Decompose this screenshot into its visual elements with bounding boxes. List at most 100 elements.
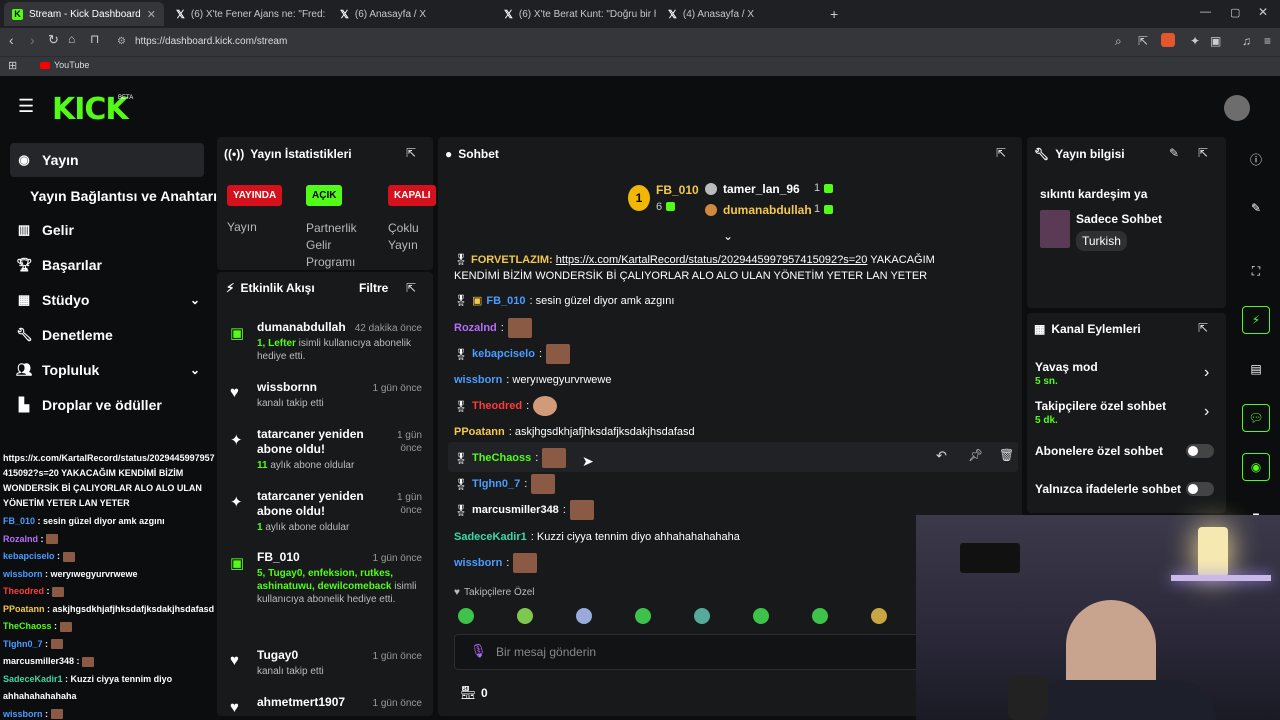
sidebar-item-basarilar[interactable]: 🏆︎ Başarılar (16, 251, 102, 279)
wallet-icon[interactable]: ▣ (1210, 34, 1221, 48)
followers-only-chat-label[interactable]: Takipçilere özel sohbet (1035, 399, 1166, 413)
extensions-icon[interactable]: ✦ (1190, 34, 1200, 48)
chat-username[interactable]: Rozalnd (454, 322, 497, 334)
sub-only-toggle[interactable] (1186, 444, 1214, 458)
fullscreen-icon[interactable]: ⛶ (1242, 257, 1270, 285)
chat-text: : askjhgsdkhjafjhksdafjksdakjhsdafasd (508, 426, 695, 438)
avatar[interactable] (1224, 95, 1250, 121)
media-icon[interactable]: ♫ (1242, 34, 1251, 48)
emote-icon[interactable] (694, 608, 710, 624)
sidebar-item-stream-key[interactable]: Yayın Bağlantısı ve Anahtarı (30, 182, 217, 210)
share-icon[interactable]: ⇱ (1138, 34, 1148, 48)
heart-icon: ♥ (454, 587, 460, 598)
emote-icon[interactable] (576, 608, 592, 624)
chat-username[interactable]: wissborn (454, 557, 502, 569)
overlay-chat-line: kebapciselo : (3, 551, 75, 562)
tab-kick-dashboard[interactable]: K Stream - Kick Dashboard ✕ (4, 2, 164, 26)
document-icon[interactable]: ▤ (1242, 355, 1270, 383)
overlay-text: : (44, 586, 50, 596)
bookmark-icon[interactable]: ⊓ (90, 32, 99, 46)
chevron-right-icon[interactable]: › (1204, 403, 1209, 421)
filter-button[interactable]: Filtre (359, 281, 388, 295)
edit-icon[interactable]: ✎ (1242, 194, 1270, 222)
overlay-username: wissborn (3, 568, 43, 579)
chat-username[interactable]: Tlghn0_7 (472, 478, 520, 490)
emote-icon[interactable] (635, 608, 651, 624)
panel-title: Yayın İstatistikleri (250, 147, 352, 161)
sidebar-item-gelir[interactable]: ▥ Gelir (16, 216, 74, 244)
store-icon[interactable]: 🏪︎ (460, 685, 477, 701)
maximize-icon[interactable]: ▢ (1230, 6, 1240, 19)
overlay-username: kebapciselo (3, 551, 55, 561)
chat-username[interactable]: PPoatann (454, 426, 505, 438)
url-text[interactable]: https://dashboard.kick.com/stream (135, 36, 287, 47)
sidebar-item-studyo[interactable]: ▦ Stüdyo ⌄ (16, 286, 200, 314)
apps-grid-icon[interactable]: ⊞ (8, 59, 17, 72)
hamburger-menu-icon[interactable]: ☰ (18, 96, 34, 117)
chat-username[interactable]: kebapciselo (472, 348, 535, 360)
minimize-icon[interactable]: — (1200, 6, 1211, 18)
reload-icon[interactable]: ↻ (48, 32, 59, 48)
info-icon[interactable]: ⓘ (1242, 145, 1270, 173)
category-name[interactable]: Sadece Sohbet (1076, 212, 1162, 226)
chat-username[interactable]: wissborn (454, 374, 502, 386)
event-detail: 1, Lefter isimli kullanıcıya abonelik he… (257, 337, 422, 363)
chat-username[interactable]: FB_010 (486, 295, 525, 307)
back-icon[interactable]: ‹ (9, 32, 14, 48)
chat-username[interactable]: Theodred (472, 400, 522, 412)
slow-mode-label[interactable]: Yavaş mod (1035, 360, 1098, 374)
chat-link[interactable]: https://x.com/KartalRecord/status/202944… (556, 254, 868, 266)
emote-icon[interactable] (753, 608, 769, 624)
leader-name[interactable]: FB_010 (656, 183, 699, 197)
pin-icon[interactable]: 📌︎ (968, 448, 983, 462)
broadcast-icon[interactable]: ◉ (1242, 453, 1270, 481)
status-badge-partner: AÇIK (306, 185, 343, 206)
chevron-right-icon[interactable]: › (1204, 364, 1209, 382)
chat-username[interactable]: SadeceKadir1 (454, 531, 527, 543)
tab-x-home-2[interactable]: 𝕏 (4) Anasayfa / X (660, 2, 820, 26)
tab-x-fener[interactable]: 𝕏 (6) X'te Fener Ajans ne: "Fred: "Sizin (168, 2, 328, 26)
leader-name[interactable]: tamer_lan_96 (723, 182, 800, 196)
emote-icon (50, 639, 63, 650)
collapse-leaderboard-icon[interactable]: ⌄ (723, 229, 733, 243)
brave-shield-icon[interactable] (1161, 33, 1175, 47)
overlay-chat-line: Theodred : (3, 586, 65, 597)
sidebar-item-denetleme[interactable]: 🔧︎ Denetleme (16, 321, 113, 349)
menu-icon[interactable]: ≡ (1264, 34, 1271, 48)
site-info-icon[interactable]: ⚙ (117, 36, 126, 47)
popout-icon[interactable]: ⇱ (406, 281, 416, 295)
lightning-icon[interactable]: ⚡︎ (1242, 306, 1270, 334)
chat-username[interactable]: FORVETLAZIM: (471, 254, 553, 266)
delete-icon[interactable]: 🗑︎ (999, 448, 1014, 462)
emote-icon[interactable] (517, 608, 533, 624)
window-close-icon[interactable]: ✕ (1258, 5, 1268, 19)
kick-logo[interactable]: KICK (52, 92, 129, 127)
popout-icon[interactable]: ⇱ (406, 146, 416, 160)
sidebar-item-droplar[interactable]: ▙ Droplar ve ödüller (16, 391, 162, 419)
edit-icon[interactable]: ✎ (1169, 146, 1179, 160)
tab-x-berat[interactable]: 𝕏 (6) X'te Berat Kunt: "Doğru bir hamle (496, 2, 656, 26)
emote-icon[interactable] (812, 608, 828, 624)
emote-icon[interactable] (871, 608, 887, 624)
chat-bubble-icon[interactable]: 💬︎ (1242, 404, 1270, 432)
microphone-icon[interactable]: 🎙︎ (470, 643, 487, 659)
chat-username[interactable]: marcusmiller348 (472, 504, 559, 516)
bookmark-youtube[interactable]: YouTube (40, 60, 89, 70)
reply-icon[interactable]: ↶ (936, 448, 947, 464)
popout-icon[interactable]: ⇱ (996, 146, 1006, 160)
popout-icon[interactable]: ⇱ (1198, 321, 1208, 335)
sidebar-item-topluluk[interactable]: 👥︎ Topluluk ⌄ (16, 356, 200, 384)
chat-username[interactable]: TheChaoss (472, 452, 531, 464)
close-icon[interactable]: ✕ (147, 8, 156, 21)
popout-icon[interactable]: ⇱ (1198, 146, 1208, 160)
zoom-icon[interactable]: ⌕ (1115, 34, 1122, 49)
emote-icon[interactable] (458, 608, 474, 624)
category-thumbnail (1040, 210, 1070, 248)
new-tab-icon[interactable]: + (830, 6, 838, 22)
emote-only-toggle[interactable] (1186, 482, 1214, 496)
tab-x-home-1[interactable]: 𝕏 (6) Anasayfa / X (332, 2, 492, 26)
forward-icon[interactable]: › (30, 32, 35, 48)
home-icon[interactable]: ⌂ (68, 32, 75, 46)
sidebar-item-yayin[interactable]: ◉ Yayın (16, 146, 206, 174)
leader-name[interactable]: dumanabdullah (723, 203, 812, 217)
